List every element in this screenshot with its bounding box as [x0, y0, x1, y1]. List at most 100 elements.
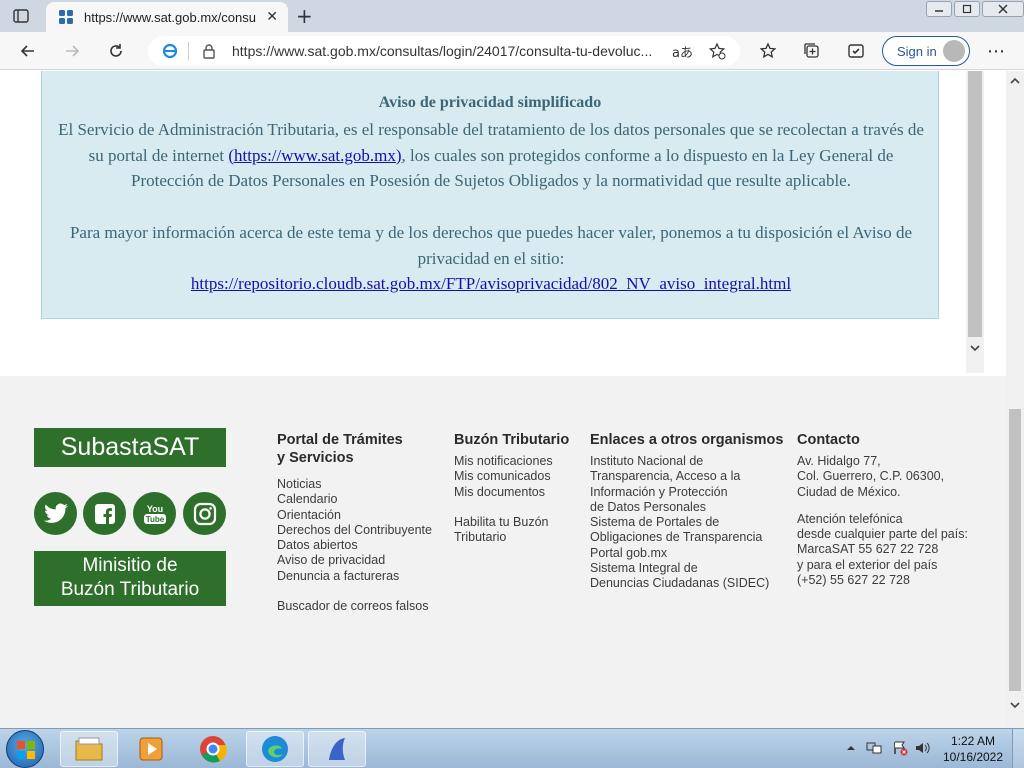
windows-logo-icon: [17, 741, 35, 759]
forward-arrow-icon: [66, 45, 80, 57]
settings-more-button[interactable]: ⋯: [985, 40, 1007, 62]
taskbar-app[interactable]: [308, 731, 366, 767]
subasta-sat-button[interactable]: SubastaSAT: [34, 428, 226, 467]
forward-button[interactable]: [61, 40, 83, 62]
taskbar-edge[interactable]: [246, 731, 304, 767]
favorites-button[interactable]: [757, 40, 779, 62]
lock-icon[interactable]: [202, 43, 216, 59]
maximize-button[interactable]: [954, 1, 980, 17]
taskbar: 1:22 AM 10/16/2022: [0, 728, 1024, 768]
scroll-up-chevron-icon[interactable]: [1009, 75, 1021, 87]
enlaces-heading: Enlaces a otros organismos: [590, 432, 784, 448]
ie-mode-icon[interactable]: [162, 43, 178, 59]
network-icon[interactable]: [866, 740, 882, 756]
contacto-heading: Contacto: [797, 432, 860, 448]
tab-close-icon[interactable]: ✕: [266, 8, 278, 26]
notice-text-part-3: Para mayor información acerca de este te…: [69, 223, 913, 268]
folder-icon: [75, 737, 103, 761]
footer-link-habilita-1[interactable]: Habilita tu Buzón: [454, 515, 584, 530]
sign-in-button[interactable]: Sign in: [882, 36, 970, 66]
new-tab-button[interactable]: +: [296, 6, 313, 26]
browser-essentials-icon: [848, 44, 864, 58]
enlace-line[interactable]: Denuncias Ciudadanas (SIDEC): [590, 576, 790, 591]
phone-line: MarcaSAT 55 627 22 728: [797, 542, 939, 557]
enlace-line[interactable]: Información y Protección: [590, 485, 790, 500]
privacy-notice-title: Aviso de privacidad simplificado: [378, 94, 602, 111]
tab-actions-icon[interactable]: [12, 7, 30, 25]
enlace-line[interactable]: de Datos Personales: [590, 500, 790, 515]
footer-link-notificaciones[interactable]: Mis notificaciones: [454, 454, 584, 469]
address-bar[interactable]: https://www.sat.gob.mx/consultas/login/2…: [148, 36, 740, 66]
system-clock[interactable]: 1:22 AM 10/16/2022: [938, 733, 1008, 765]
minisitio-buzon-tributario-button[interactable]: Minisitio de Buzón Tributario: [34, 551, 226, 606]
buzon-button-line-2: Buzón Tributario: [60, 579, 200, 600]
navigation-bar: https://www.sat.gob.mx/consultas/login/2…: [0, 32, 1024, 70]
youtube-icon[interactable]: You Tube: [133, 492, 176, 535]
screen: https://www.sat.gob.mx/consulta ✕ + http…: [0, 0, 1024, 768]
enlace-line[interactable]: Transparencia, Acceso a la: [590, 469, 790, 484]
start-button[interactable]: [6, 730, 44, 768]
tab-title: https://www.sat.gob.mx/consulta: [84, 9, 256, 25]
add-favorite-icon[interactable]: [708, 42, 726, 60]
scroll-down-chevron-icon[interactable]: [1009, 699, 1021, 711]
action-center-icon[interactable]: [892, 740, 908, 756]
browser-essentials-button[interactable]: [845, 40, 867, 62]
facebook-icon[interactable]: [83, 492, 126, 535]
sat-portal-link[interactable]: (https://www.sat.gob.mx): [228, 146, 401, 165]
profile-avatar-icon: [943, 40, 965, 62]
taskbar-chrome[interactable]: [184, 731, 242, 767]
enlace-line[interactable]: Instituto Nacional de: [590, 454, 790, 469]
collections-icon: [804, 43, 819, 58]
footer-link-calendario[interactable]: Calendario: [277, 492, 447, 507]
minimize-button[interactable]: [926, 1, 952, 17]
twitter-icon[interactable]: [34, 492, 77, 535]
footer-link-denuncia[interactable]: Denuncia a factureras: [277, 569, 447, 584]
tab-strip: https://www.sat.gob.mx/consulta ✕ +: [0, 0, 1024, 32]
volume-icon[interactable]: [914, 740, 930, 756]
enlace-line[interactable]: Portal gob.mx: [590, 546, 790, 561]
privacy-policy-link[interactable]: https://repositorio.cloudb.sat.gob.mx/FT…: [191, 274, 791, 293]
footer-link-derechos[interactable]: Derechos del Contribuyente: [277, 523, 447, 538]
scroll-down-chevron-icon[interactable]: [969, 342, 981, 354]
phone-line: y para el exterior del país: [797, 557, 938, 572]
refresh-button[interactable]: [105, 40, 127, 62]
privacy-notice-paragraph-1: El Servicio de Administración Tributaria…: [56, 117, 926, 194]
address-line: Av. Hidalgo 77,: [797, 454, 881, 468]
footer-link-comunicados[interactable]: Mis comunicados: [454, 469, 584, 484]
fin-app-icon: [329, 738, 345, 760]
footer-link-buscador-correos[interactable]: Buscador de correos falsos: [277, 599, 447, 614]
taskbar-file-explorer[interactable]: [60, 731, 118, 767]
instagram-icon[interactable]: [183, 492, 226, 535]
page-scrollbar[interactable]: [1006, 71, 1024, 728]
sign-in-label: Sign in: [897, 44, 937, 59]
close-window-button[interactable]: [982, 1, 1024, 17]
media-player-icon: [139, 737, 163, 761]
buzon-button-line-1: Minisitio de: [82, 555, 178, 576]
footer-link-documentos[interactable]: Mis documentos: [454, 485, 584, 500]
frame-scrollbar-thumb[interactable]: [968, 71, 982, 337]
enlace-line[interactable]: Sistema de Portales de: [590, 515, 790, 530]
footer-link-noticias[interactable]: Noticias: [277, 477, 447, 492]
show-desktop-button[interactable]: [1012, 729, 1024, 768]
taskbar-media-player[interactable]: [122, 731, 180, 767]
show-hidden-icons-icon[interactable]: [846, 743, 856, 753]
footer-link-orientacion[interactable]: Orientación: [277, 508, 447, 523]
back-button[interactable]: [17, 40, 39, 62]
frame-scrollbar[interactable]: [966, 71, 984, 373]
footer-link-datos-abiertos[interactable]: Datos abiertos: [277, 538, 447, 553]
svg-text:You: You: [146, 504, 162, 514]
address-line: Ciudad de México.: [797, 484, 901, 499]
phone-line: (+52) 55 627 22 728: [797, 573, 910, 588]
footer-link-aviso-privacidad[interactable]: Aviso de privacidad: [277, 553, 447, 568]
phone-line: desde cualquier parte del país:: [797, 527, 968, 542]
edge-icon: [262, 736, 288, 762]
footer-enlaces-column: Enlaces a otros organismos Instituto Nac…: [590, 431, 790, 592]
browser-tab[interactable]: https://www.sat.gob.mx/consulta ✕: [46, 2, 288, 32]
enlace-line[interactable]: Sistema Integral de: [590, 561, 790, 576]
page-scrollbar-thumb[interactable]: [1009, 409, 1021, 691]
footer-link-habilita-2[interactable]: Tributario: [454, 530, 584, 545]
enlace-line[interactable]: Obligaciones de Transparencia: [590, 530, 790, 545]
url-text[interactable]: https://www.sat.gob.mx/consultas/login/2…: [232, 43, 662, 59]
read-aloud-icon[interactable]: aあ: [672, 42, 693, 61]
collections-button[interactable]: [801, 40, 823, 62]
